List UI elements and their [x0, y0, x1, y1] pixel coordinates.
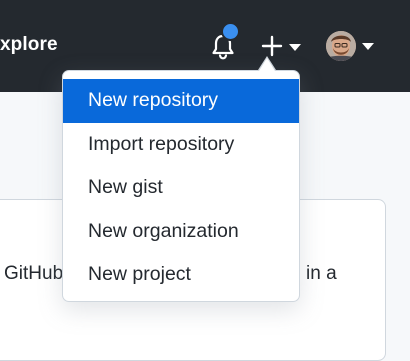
create-new-dropdown: New repository Import repository New gis…	[62, 70, 300, 302]
plus-icon	[261, 35, 283, 57]
menu-item-new-gist[interactable]: New gist	[63, 166, 299, 210]
menu-item-new-project[interactable]: New project	[63, 253, 299, 297]
user-menu-button[interactable]	[324, 29, 378, 63]
card-text: GitHub	[4, 263, 64, 284]
menu-item-new-repository[interactable]: New repository	[63, 79, 299, 123]
card-text: in a	[306, 263, 337, 284]
chevron-down-icon	[289, 44, 301, 51]
avatar	[326, 31, 356, 61]
menu-item-new-organization[interactable]: New organization	[63, 210, 299, 254]
nav-link-explore[interactable]: xplore	[0, 33, 58, 57]
dropdown-menu-list: New repository Import repository New gis…	[63, 79, 299, 297]
chevron-down-icon	[362, 43, 374, 50]
dropdown-caret-fill	[259, 58, 275, 71]
notification-indicator	[221, 22, 240, 41]
menu-item-import-repository[interactable]: Import repository	[63, 123, 299, 167]
